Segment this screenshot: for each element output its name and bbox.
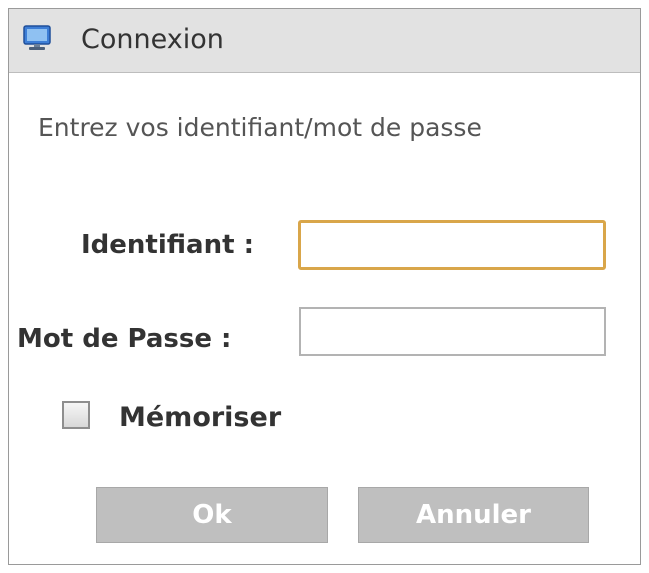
remember-checkbox[interactable] <box>62 401 90 429</box>
ok-button[interactable]: Ok <box>96 487 328 543</box>
login-dialog: Connexion Entrez vos identifiant/mot de … <box>8 8 641 565</box>
remember-label[interactable]: Mémoriser <box>119 401 281 435</box>
password-input[interactable] <box>299 307 606 356</box>
password-label: Mot de Passe : <box>17 324 232 354</box>
title-bar: Connexion <box>9 9 640 73</box>
username-input[interactable] <box>298 220 606 270</box>
cancel-button[interactable]: Annuler <box>358 487 589 543</box>
instruction-text: Entrez vos identifiant/mot de passe <box>38 113 482 142</box>
computer-monitor-icon <box>23 25 51 51</box>
username-label: Identifiant : <box>81 230 254 260</box>
dialog-title: Connexion <box>81 24 224 55</box>
